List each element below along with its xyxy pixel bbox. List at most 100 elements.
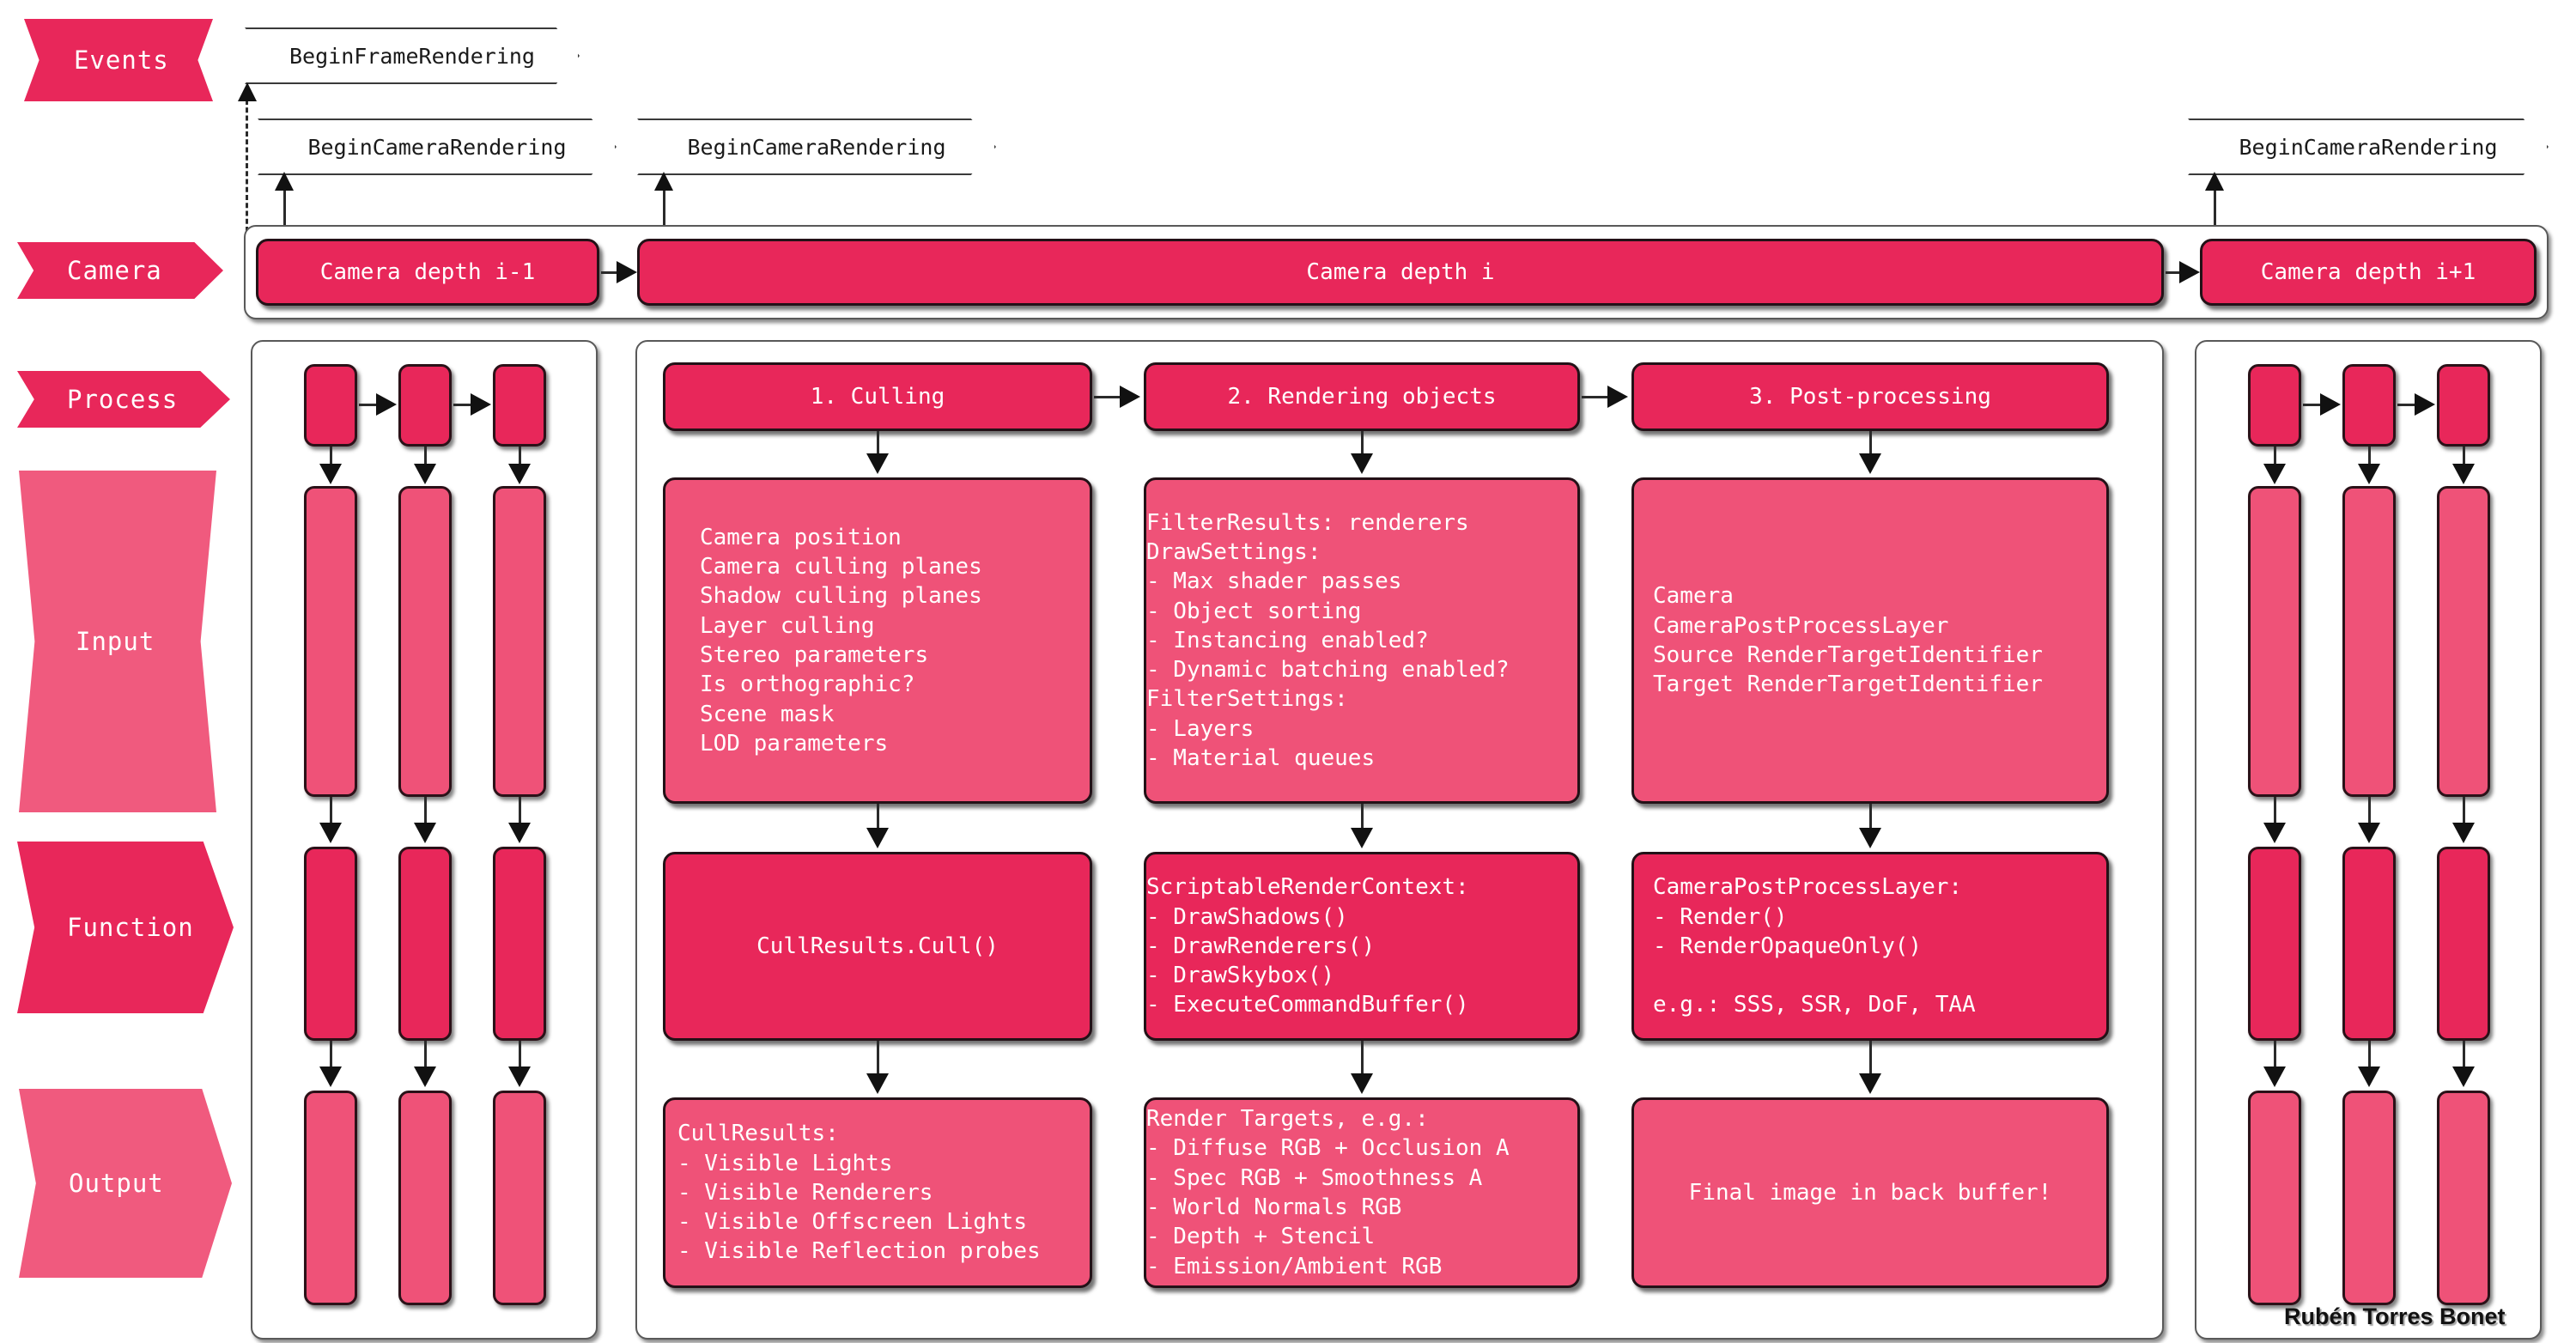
stage-rendering-objects-input-box: FilterResults: renderers DrawSettings: -… [1144, 477, 1580, 804]
mini2-output-pill-1 [2248, 1091, 2301, 1305]
mini2-connector-h-1-arrowhead [2320, 393, 2341, 416]
event-begin-frame-rendering[interactable]: BeginFrameRendering [245, 27, 580, 84]
mini-function-pill-3 [493, 847, 546, 1041]
stage-culling-input-box: Camera position Camera culling planes Sh… [663, 477, 1092, 804]
mini2-process-pill-2 [2342, 364, 2396, 447]
stage-culling-process-label: 1. Culling [810, 383, 945, 410]
stage-culling-output-text: CullResults: - Visible Lights - Visible … [677, 1121, 1041, 1265]
stage-culling-input-text: Camera position Camera culling planes Sh… [700, 524, 982, 757]
connector-postprocessing-function-to-output-arrowhead [1859, 1073, 1881, 1094]
stage-post-processing-input-text: Camera CameraPostProcessLayer Source Ren… [1653, 583, 2043, 698]
connector-culling-function-to-output-arrowhead [866, 1073, 889, 1094]
connector-rendering-function-to-output [1361, 1041, 1364, 1073]
camera-depth-prev-box[interactable]: Camera depth i-1 [256, 239, 599, 306]
mini2-process-pill-1 [2248, 364, 2301, 447]
mini2-connector-v-2a-arrowhead [2358, 464, 2380, 484]
row-label-output-text: Output [69, 1169, 164, 1198]
stage-rendering-objects-output-text: Render Targets, e.g.: - Diffuse RGB + Oc… [1146, 1106, 1510, 1279]
connector-rendering-to-postprocessing-arrowhead [1607, 386, 1628, 408]
connector-rendering-process-to-input-arrowhead [1351, 453, 1373, 474]
mini-output-pill-2 [398, 1091, 452, 1305]
mini-connector-v-2b-arrowhead [414, 823, 436, 843]
stage-rendering-objects-input-text: FilterResults: renderers DrawSettings: -… [1146, 509, 1510, 772]
mini2-connector-v-1b-arrowhead [2263, 823, 2286, 843]
mini2-output-pill-3 [2437, 1091, 2490, 1305]
stage-rendering-objects-output-box: Render Targets, e.g.: - Diffuse RGB + Oc… [1144, 1097, 1580, 1288]
mini-process-pill-3 [493, 364, 546, 447]
mini2-connector-v-3b-arrowhead [2452, 823, 2475, 843]
camera-depth-current-label: Camera depth i [1306, 258, 1495, 285]
mini2-output-pill-2 [2342, 1091, 2396, 1305]
mini-input-pill-3 [493, 486, 546, 797]
connector-dashed-feedback-arrowhead [238, 82, 257, 101]
connector-cam-prev-to-current-arrowhead [617, 261, 637, 283]
event-begin-camera-rendering-3-label: BeginCameraRendering [2239, 134, 2498, 160]
mini-connector-h-1-arrowhead [376, 393, 397, 416]
stage-culling-function-box: CullResults.Cull() [663, 852, 1092, 1041]
mini-connector-v-3b-arrowhead [508, 823, 531, 843]
row-label-function-text: Function [67, 913, 194, 942]
camera-depth-prev-label: Camera depth i-1 [319, 258, 536, 285]
connector-postprocessing-input-to-function-arrowhead [1859, 828, 1881, 848]
mini2-connector-v-3a-arrowhead [2452, 464, 2475, 484]
event-begin-camera-rendering-2-label: BeginCameraRendering [687, 134, 946, 160]
mini-process-pill-2 [398, 364, 452, 447]
event-begin-camera-rendering-1[interactable]: BeginCameraRendering [258, 118, 617, 175]
stage-rendering-objects-process-label: 2. Rendering objects [1227, 383, 1497, 410]
connector-rendering-function-to-output-arrowhead [1351, 1073, 1373, 1094]
stage-post-processing-output-text: Final image in back buffer! [1688, 1179, 2052, 1206]
mini-output-pill-1 [304, 1091, 357, 1305]
stage-culling-function-text: CullResults.Cull() [756, 933, 999, 959]
previous-camera-pipeline-frame [251, 340, 598, 1340]
connector-dashed-feedback [246, 100, 248, 232]
mini2-connector-v-2b-arrowhead [2358, 823, 2380, 843]
connector-culling-process-to-input-arrowhead [866, 453, 889, 474]
mini-connector-v-1a-arrowhead [319, 464, 342, 484]
stage-culling-output-box: CullResults: - Visible Lights - Visible … [663, 1097, 1092, 1288]
mini2-input-pill-3 [2437, 486, 2490, 797]
mini-connector-v-2a-arrowhead [414, 464, 436, 484]
connector-cam2-to-event-arrowhead [654, 172, 673, 191]
row-label-input-text: Input [76, 627, 155, 656]
connector-cam-current-to-next-arrowhead [2179, 261, 2200, 283]
row-label-camera: Camera [17, 242, 223, 299]
row-label-input: Input [19, 471, 216, 812]
stage-rendering-objects-process-box[interactable]: 2. Rendering objects [1144, 362, 1580, 431]
camera-depth-current-box[interactable]: Camera depth i [637, 239, 2164, 306]
camera-depth-next-label: Camera depth i+1 [2260, 258, 2476, 285]
mini-connector-v-1c-arrowhead [319, 1066, 342, 1087]
camera-depth-next-box[interactable]: Camera depth i+1 [2200, 239, 2537, 306]
mini2-connector-v-1a-arrowhead [2263, 464, 2286, 484]
event-begin-camera-rendering-3[interactable]: BeginCameraRendering [2188, 118, 2549, 175]
event-begin-camera-rendering-2[interactable]: BeginCameraRendering [637, 118, 996, 175]
stage-post-processing-process-label: 3. Post-processing [1749, 383, 1991, 410]
mini2-function-pill-1 [2248, 847, 2301, 1041]
mini-connector-v-3c-arrowhead [508, 1066, 531, 1087]
stage-post-processing-process-box[interactable]: 3. Post-processing [1631, 362, 2109, 431]
mini-input-pill-1 [304, 486, 357, 797]
connector-culling-input-to-function-arrowhead [866, 828, 889, 848]
mini2-input-pill-2 [2342, 486, 2396, 797]
mini-function-pill-2 [398, 847, 452, 1041]
stage-rendering-objects-function-text: ScriptableRenderContext: - DrawShadows()… [1146, 874, 1469, 1018]
mini2-connector-v-1c-arrowhead [2263, 1066, 2286, 1087]
connector-culling-function-to-output [877, 1041, 879, 1073]
mini2-function-pill-3 [2437, 847, 2490, 1041]
diagram-canvas: Events Camera Process Input Function Out… [0, 0, 2576, 1343]
connector-rendering-to-postprocessing [1582, 396, 1611, 398]
mini-output-pill-3 [493, 1091, 546, 1305]
connector-rendering-input-to-function-arrowhead [1351, 828, 1373, 848]
stage-post-processing-input-box: Camera CameraPostProcessLayer Source Ren… [1631, 477, 2109, 804]
connector-cam3-to-event-arrowhead [2205, 172, 2224, 191]
mini-connector-v-3a-arrowhead [508, 464, 531, 484]
row-label-function: Function [17, 842, 234, 1013]
mini2-connector-h-2-arrowhead [2415, 393, 2435, 416]
row-label-events-text: Events [74, 46, 169, 75]
stage-culling-process-box[interactable]: 1. Culling [663, 362, 1092, 431]
mini2-process-pill-3 [2437, 364, 2490, 447]
mini-process-pill-1 [304, 364, 357, 447]
mini2-input-pill-1 [2248, 486, 2301, 797]
author-signature: Rubén Torres Bonet [2284, 1304, 2506, 1329]
mini-function-pill-1 [304, 847, 357, 1041]
mini-input-pill-2 [398, 486, 452, 797]
